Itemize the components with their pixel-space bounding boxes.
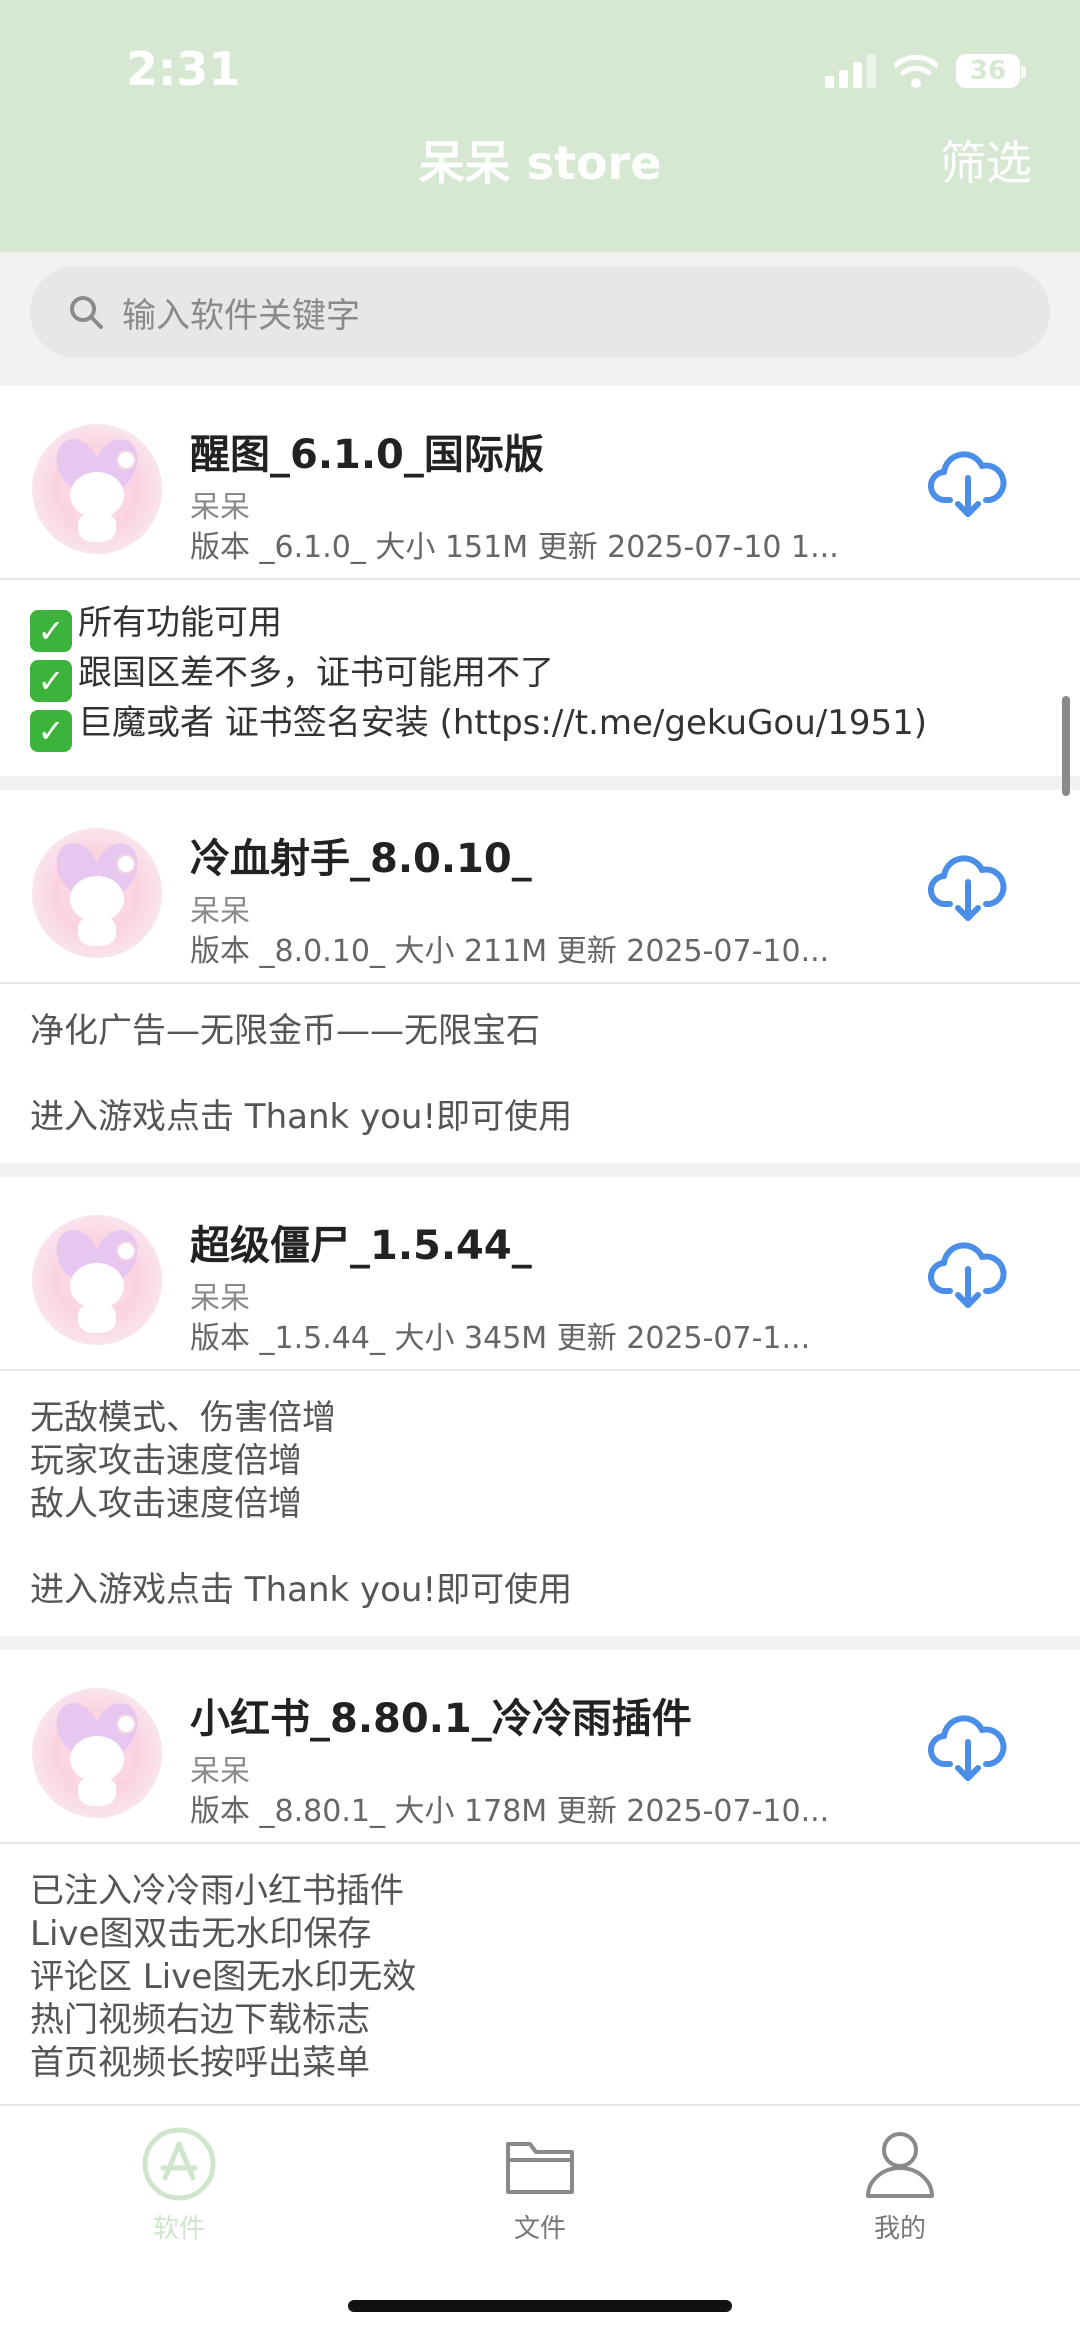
app-description: 净化广告—无限金币——无限宝石 进入游戏点击 Thank you!即可使用 [30,1011,573,1137]
tab-files[interactable]: 文件 [440,2126,640,2245]
folder-icon [506,2142,574,2194]
app-avatar [32,1688,162,1818]
filter-button[interactable]: 筛选 [940,127,1032,193]
app-card[interactable]: 醒图_6.1.0_国际版 呆呆 版本 _6.1.0_ 大小 151M 更新 20… [0,386,1080,776]
person-icon [866,2132,934,2198]
app-description: ✓ 所有功能可用 ✓ 跟国区差不多，证书可能用不了 ✓ 巨魔或者 证书签名安装 (ht… [0,580,1080,776]
app-meta: 版本 _1.5.44_ 大小 345M 更新 2025-07-1... [190,1321,811,1356]
check-icon: ✓ [30,660,72,702]
battery-icon: 36 [956,54,1026,88]
app-name: 超级僵尸_1.5.44_ [190,1223,532,1269]
app-name: 冷血射手_8.0.10_ [190,836,532,882]
cloud-download-icon[interactable] [928,1706,1008,1786]
signal-icon [825,54,876,88]
home-indicator[interactable] [348,2300,732,2312]
battery-level: 36 [969,56,1007,86]
tab-label: 我的 [873,2214,926,2244]
tab-software[interactable]: 软件 [79,2126,279,2245]
app-card[interactable]: 小红书_8.80.1_冷冷雨插件 呆呆 版本 _8.80.1_ 大小 178M … [0,1650,1080,2104]
search-icon [70,296,103,329]
app-list[interactable]: 醒图_6.1.0_国际版 呆呆 版本 _6.1.0_ 大小 151M 更新 20… [0,372,1080,2104]
app-author: 呆呆 [190,894,250,929]
app-name: 小红书_8.80.1_冷冷雨插件 [190,1696,692,1742]
app-description: 已注入冷冷雨小红书插件 Live图双击无水印保存 评论区 Live图无水印无效 … [30,1871,417,2083]
app-card-header[interactable]: 冷血射手_8.0.10_ 呆呆 版本 _8.0.10_ 大小 211M 更新 2… [0,790,1080,984]
app-card-header[interactable]: 醒图_6.1.0_国际版 呆呆 版本 _6.1.0_ 大小 151M 更新 20… [0,386,1080,580]
feature-line: ✓ 跟国区差不多，证书可能用不了 [30,652,1050,702]
app-avatar [32,828,162,958]
app-meta: 版本 _8.80.1_ 大小 178M 更新 2025-07-10... [190,1794,830,1829]
app-description: 无敌模式、伤害倍增 玩家攻击速度倍增 敌人攻击速度倍增 进入游戏点击 Thank… [30,1398,573,1610]
app-header: 2:31 36 呆呆 store 筛选 [0,0,1080,252]
app-author: 呆呆 [190,490,250,525]
feature-line: ✓ 巨魔或者 证书签名安装 (https://t.me/gekuGou/1951) [30,702,1050,752]
app-author: 呆呆 [190,1281,250,1316]
app-avatar [32,424,162,554]
tab-mine[interactable]: 我的 [800,2126,1000,2245]
app-card-header[interactable]: 小红书_8.80.1_冷冷雨插件 呆呆 版本 _8.80.1_ 大小 178M … [0,1650,1080,1844]
cloud-download-icon[interactable] [928,1233,1008,1313]
app-card[interactable]: 超级僵尸_1.5.44_ 呆呆 版本 _1.5.44_ 大小 345M 更新 2… [0,1177,1080,1636]
check-icon: ✓ [30,610,72,652]
search-input[interactable]: 输入软件关键字 [30,266,1050,358]
app-store-icon [142,2127,216,2201]
scrollbar[interactable] [1062,696,1070,796]
app-author: 呆呆 [190,1754,250,1789]
app-meta: 版本 _8.0.10_ 大小 211M 更新 2025-07-10... [190,934,830,969]
cloud-download-icon[interactable] [928,846,1008,926]
app-card-header[interactable]: 超级僵尸_1.5.44_ 呆呆 版本 _1.5.44_ 大小 345M 更新 2… [0,1177,1080,1371]
check-icon: ✓ [30,710,72,752]
status-icons: 36 [825,50,1026,92]
tab-label: 软件 [152,2214,205,2244]
app-card[interactable]: 冷血射手_8.0.10_ 呆呆 版本 _8.0.10_ 大小 211M 更新 2… [0,790,1080,1163]
tab-label: 文件 [513,2214,566,2244]
app-name: 醒图_6.1.0_国际版 [190,432,544,478]
app-avatar [32,1215,162,1345]
feature-line: ✓ 所有功能可用 [30,602,1050,652]
cloud-download-icon[interactable] [928,442,1008,522]
page-title: 呆呆 store [418,136,662,190]
app-meta: 版本 _6.1.0_ 大小 151M 更新 2025-07-10 1... [190,530,839,565]
wifi-icon [894,54,938,88]
search-placeholder: 输入软件关键字 [122,295,360,336]
status-time: 2:31 [126,42,241,96]
